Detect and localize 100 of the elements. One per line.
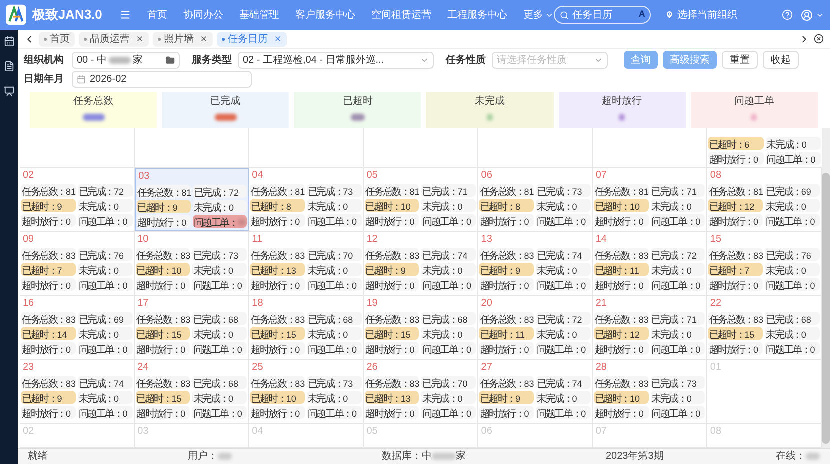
document-icon[interactable] [4,61,14,72]
stat-chip: 未完成：0 [536,199,591,212]
day-cell[interactable]: 22 任务总数：83 已完成：68 已超时：15 未完成：0 超时放行：0 问题工单：0 [707,296,822,359]
stat-chip: 已完成：72 [650,248,706,261]
day-cell[interactable]: 28 任务总数：83 已完成：73 已超时：10 未完成：0 超时放行：0 问题工单：0 [592,360,708,423]
location-pin-icon [665,10,675,20]
stat-chip: 超时放行：0 [479,342,534,355]
action-button[interactable]: 重置 [722,51,758,69]
day-number: 12 [366,234,379,246]
stat-chip: 任务总数：83 [21,248,76,261]
close-tab-icon[interactable] [274,35,282,43]
stat-chip: 已完成：69 [765,184,820,197]
day-cell[interactable]: 03 任务总数：81 已完成：72 已超时：9 未完成：0 超时放行：0 问题工单： [134,168,250,231]
stat-chip: 已完成：70 [306,248,362,261]
presentation-icon[interactable] [4,86,14,97]
stat-chip: 已超时：10 [136,263,190,276]
page-tab[interactable]: 品质运营 [79,32,149,46]
stat-chip: 未完成：0 [306,263,362,276]
stat-chip: 已完成：72 [78,184,133,197]
day-cell[interactable]: 12 任务总数：83 已完成：74 已超时：9 未完成：0 超时放行：0 问题工单：0 [364,232,478,295]
day-cell[interactable]: 24 任务总数：83 已完成：68 已超时：15 未完成：0 超时放行：0 问题工单：0 [134,360,250,423]
day-cell[interactable]: 08 任务总数：81 已完成：69 已超时：12 未完成：0 超时放行：0 问题工单：0 [707,168,822,231]
day-cell[interactable]: 20 任务总数：83 已完成：72 已超时：11 未完成：0 超时放行：0 问题工单：0 [478,296,593,359]
day-number: 16 [22,298,36,310]
stat-chip: 已超时：11 [594,263,649,276]
day-cell[interactable]: 06 任务总数：81 已完成：73 已超时：8 未完成：0 超时放行：0 问题工单：0 [478,168,593,231]
day-number: 27 [480,362,494,374]
stat-chip: 问题工单：0 [765,214,820,227]
help-icon[interactable] [782,9,793,21]
stat-chip: 任务总数：83 [364,248,420,261]
stat-chip: 问题工单：0 [650,406,706,419]
stat-chip: 超时放行：0 [594,342,649,355]
day-cell[interactable]: 25 任务总数：83 已完成：73 已超时：10 未完成：0 超时放行：0 问题工单：0 [249,360,364,423]
day-cell[interactable]: 18 任务总数：83 已完成：68 已超时：15 未完成：0 超时放行：0 问题工单：0 [249,296,364,359]
day-cell[interactable]: 27 任务总数：83 已完成：74 已超时：9 未完成：0 超时放行：0 问题工单：0 [478,360,593,423]
stat-chip: 问题工单：0 [536,406,591,419]
day-cell[interactable]: 05 任务总数：81 已完成：71 已超时：10 未完成：0 超时放行：0 问题工单：0 [364,168,478,231]
user-avatar-icon[interactable] [800,8,813,22]
day-cell[interactable]: 11 任务总数：83 已完成：70 已超时：13 未完成：0 超时放行：0 问题工单：0 [249,232,364,295]
stat-chip: 问题工单：0 [306,342,362,355]
action-button[interactable]: 收起 [763,51,799,69]
day-cell[interactable]: 07 任务总数：81 已完成：71 已超时：10 未完成：0 超时放行：0 问题工单：0 [592,168,708,231]
stat-chip: 超时放行：0 [594,214,649,227]
page-tab[interactable]: 照片墙 [153,32,213,46]
close-all-icon[interactable] [814,34,824,44]
app-title: 极致JAN3.0 [32,6,104,24]
day-cell[interactable]: 13 任务总数：83 已完成：74 已超时：9 未完成：0 超时放行：0 问题工单：0 [478,232,593,295]
blurred-value [487,114,494,121]
page-tab[interactable]: 首页 [39,32,75,46]
day-cell[interactable]: 19 任务总数：83 已完成：68 已超时：15 未完成：0 超时放行：0 问题工单：0 [364,296,478,359]
day-number: 23 [22,362,36,374]
day-cell[interactable]: 23 任务总数：83 已完成：74 已超时：9 未完成：0 超时放行：0 问题工单：0 [20,360,135,423]
date-field[interactable]: 2026-02 [72,71,252,88]
day-number: 20 [480,298,494,310]
stat-chip: 任务总数：83 [21,312,76,325]
stat-chip: 已完成：71 [650,184,706,197]
day-cell[interactable]: 09 任务总数：83 已完成：76 已超时：7 未完成：0 超时放行：0 问题工单：0 [20,232,135,295]
service-type-select[interactable]: 02 - 工程巡检,04 - 日常服外巡... [238,52,434,68]
blurred-value [214,114,237,121]
stat-chip: 问题工单：0 [306,214,362,227]
blurred-value [238,219,246,226]
day-cell[interactable]: 17 任务总数：83 已完成：68 已超时：15 未完成：0 超时放行：0 问题工单：0 [134,296,250,359]
menu-icon[interactable] [120,9,132,21]
folder-icon[interactable] [166,56,175,64]
stat-chip: 未完成：0 [78,263,133,276]
stat-chip: 未完成：0 [421,327,476,340]
summary-title: 超时放行 [602,94,642,109]
stat-chip: 超时放行：0 [21,406,76,419]
stat-chip: 已超时：15 [364,327,420,340]
stat-chip: 任务总数：81 [479,184,534,197]
day-cell[interactable]: 04 任务总数：81 已完成：73 已超时：8 未完成：0 超时放行：0 问题工单：0 [249,168,364,231]
day-cell[interactable]: 02 任务总数：81 已完成：72 已超时：9 未完成：0 超时放行：0 问题工单：0 [20,168,135,231]
day-cell[interactable]: 15 任务总数：83 已完成：76 已超时：7 未完成：0 超时放行：0 问题工单：0 [707,232,822,295]
close-tab-icon[interactable] [200,35,208,43]
calendar-icon[interactable] [4,36,14,47]
day-cell[interactable]: 14 任务总数：83 已完成：72 已超时：11 未完成：0 超时放行：0 问题工单：0 [592,232,708,295]
org-field[interactable]: 00 - 中 家 [72,52,180,68]
stat-chip: 已超时：15 [136,327,190,340]
blurred-value [350,114,365,121]
stat-chip: 未完成：0 [536,263,591,276]
day-cell[interactable]: 21 任务总数：83 已完成：71 已超时：12 未完成：0 超时放行：0 问题工单：0 [592,296,708,359]
scrollbar[interactable] [822,128,830,448]
search-field[interactable]: 任务日历 A [554,6,652,24]
page-tab[interactable]: 任务日历 [217,32,287,46]
stat-chip: 任务总数：83 [364,312,420,325]
day-number: 19 [366,298,379,310]
stat-chip: 未完成：0 [306,199,362,212]
stat-chip: 已超时：11 [479,327,534,340]
stat-chip: 问题工单：0 [192,278,248,291]
day-cell[interactable]: 16 任务总数：83 已完成：69 已超时：14 未完成：0 超时放行：0 问题工单：0 [20,296,135,359]
day-cell[interactable]: 26 任务总数：83 已完成：70 已超时：13 未完成：0 超时放行：0 问题工单：0 [364,360,478,423]
stat-chip: 未完成：0 [78,391,133,404]
task-nature-select[interactable]: 请选择任务性质 [492,52,608,68]
stat-chip: 超时放行：0 [364,214,420,227]
day-cell[interactable]: 10 任务总数：83 已完成：73 已超时：10 未完成：0 超时放行：0 问题工单：0 [134,232,250,295]
stat-chip: 已完成：70 [421,376,476,389]
stat-chip: 未完成：0 [78,327,133,340]
stat-chip: 已超时：6 [708,137,764,150]
status-text: 家 [456,450,466,464]
close-tab-icon[interactable] [136,35,144,43]
